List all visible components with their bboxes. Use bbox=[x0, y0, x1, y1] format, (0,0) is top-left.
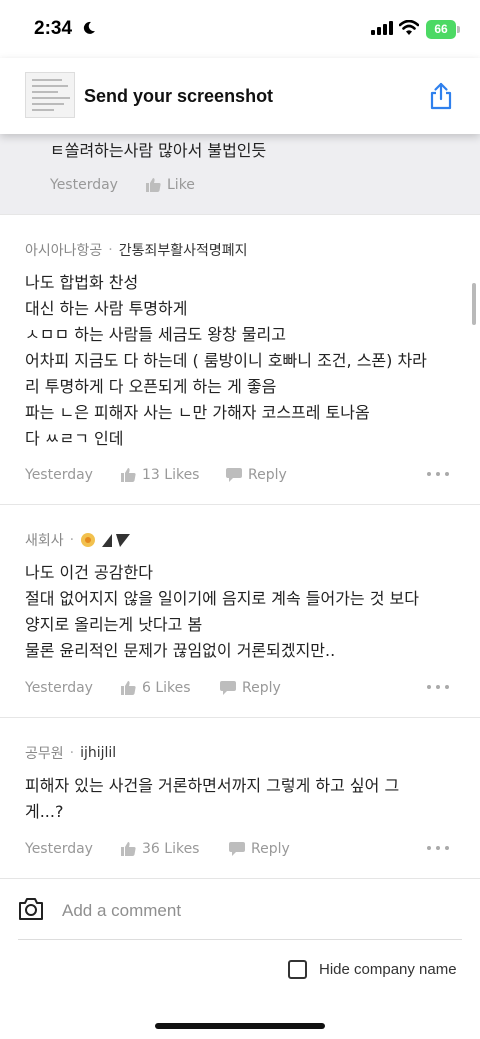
share-icon[interactable] bbox=[428, 82, 454, 110]
hide-company-checkbox[interactable] bbox=[288, 960, 307, 979]
comment-line: 리 투명하게 다 오픈되게 하는 게 좋음 bbox=[25, 377, 277, 396]
comment-time: Yesterday bbox=[25, 467, 93, 483]
comment-time-text: Yesterday bbox=[25, 680, 93, 696]
comment-time-text: Yesterday bbox=[25, 841, 93, 857]
speech-bubble-icon bbox=[229, 842, 245, 856]
reply-button[interactable]: Reply bbox=[220, 680, 281, 696]
banner-title: Send your screenshot bbox=[84, 86, 274, 106]
reply-label: Reply bbox=[242, 680, 281, 696]
comment-author: 아시아나항공 · 간통죄부활사적명폐지 bbox=[25, 240, 248, 260]
comment-line: 물론 윤리적인 문제가 끊임없이 거론되겠지만.. bbox=[25, 641, 336, 660]
author-nickname[interactable]: ijhijlil bbox=[80, 745, 116, 761]
separator-dot: · bbox=[69, 532, 75, 548]
screenshot-banner[interactable]: Send your screenshot bbox=[0, 58, 480, 134]
author-company: 아시아나항공 bbox=[25, 243, 103, 259]
status-bar: 2:34 66 bbox=[0, 0, 480, 58]
separator-dot: · bbox=[108, 242, 113, 258]
like-button[interactable]: Like bbox=[146, 177, 195, 193]
hide-company-label[interactable]: Hide company name bbox=[319, 961, 457, 978]
speech-bubble-icon bbox=[226, 468, 242, 482]
thumbs-up-icon bbox=[121, 468, 136, 482]
reply-button[interactable]: Reply bbox=[229, 841, 290, 857]
more-icon[interactable] bbox=[427, 846, 449, 852]
comment-line: 대신 하는 사람 투명하게 bbox=[25, 299, 188, 318]
more-icon[interactable] bbox=[427, 472, 449, 478]
like-button[interactable]: 13 Likes bbox=[121, 467, 199, 483]
likes-count: 13 Likes bbox=[142, 467, 200, 483]
comment-line: 나도 이건 공감한다 bbox=[25, 563, 153, 582]
comment-line: 피해자 있는 사건을 거론하면서까지 그렇게 하고 싶어 그 bbox=[25, 776, 400, 795]
comment-time: Yesterday bbox=[50, 177, 118, 193]
author-company: 새회사 bbox=[25, 533, 64, 549]
more-icon[interactable] bbox=[427, 685, 449, 691]
comment-time-text: Yesterday bbox=[25, 467, 93, 483]
separator-dot: · bbox=[69, 745, 75, 761]
like-button[interactable]: 6 Likes bbox=[121, 680, 191, 696]
scrollbar[interactable] bbox=[472, 283, 476, 325]
author-nickname[interactable]: 간통죄부활사적명폐지 bbox=[119, 240, 248, 260]
comment-line: 나도 합법화 찬성 bbox=[25, 273, 139, 292]
comment-line: 어차피 지금도 다 하는데 ( 룸방이니 호빠니 조건, 스폰) 차라 bbox=[25, 351, 427, 370]
comment-line: 파는 ㄴ은 피해자 사는 ㄴ만 가해자 코스프레 토나옴 bbox=[25, 403, 370, 422]
comment-line: ㅅㅁㅁ 하는 사람들 세금도 왕창 물리고 bbox=[25, 325, 286, 344]
battery-icon: 66 bbox=[426, 20, 456, 39]
thumbs-up-icon bbox=[121, 681, 136, 695]
comment-line: 게...? bbox=[25, 802, 64, 821]
wifi-icon bbox=[399, 20, 419, 35]
home-indicator bbox=[155, 1023, 325, 1029]
comment-input[interactable] bbox=[62, 898, 457, 924]
screenshot-thumbnail[interactable] bbox=[25, 72, 75, 118]
comment-line: 양지로 올리는게 낫다고 봄 bbox=[25, 615, 203, 634]
comment-line: 다 ㅆㄹㄱ 인데 bbox=[25, 429, 124, 448]
comment-time: Yesterday bbox=[25, 680, 93, 696]
divider bbox=[0, 214, 480, 215]
comment-author: 공무원 · ijhijlil bbox=[25, 743, 116, 763]
like-label: Like bbox=[167, 177, 195, 193]
thumbs-up-icon bbox=[146, 178, 161, 192]
comment-meta: Yesterday bbox=[50, 177, 118, 193]
reply-label: Reply bbox=[251, 841, 290, 857]
likes-count: 6 Likes bbox=[142, 680, 191, 696]
like-button[interactable]: 36 Likes bbox=[121, 841, 199, 857]
speech-bubble-icon bbox=[220, 681, 236, 695]
camera-icon[interactable] bbox=[18, 897, 44, 921]
comment-body: 나도 이건 공감한다 절대 없어지지 않을 일이기에 음지로 계속 들어가는 것… bbox=[25, 560, 460, 664]
author-company: 공무원 bbox=[25, 746, 64, 762]
avatar-badge-icon bbox=[81, 533, 131, 547]
reply-button[interactable]: Reply bbox=[226, 467, 287, 483]
thumbs-up-icon bbox=[121, 842, 136, 856]
likes-count: 36 Likes bbox=[142, 841, 200, 857]
comment-body: 나도 합법화 찬성 대신 하는 사람 투명하게 ㅅㅁㅁ 하는 사람들 세금도 왕… bbox=[25, 270, 460, 452]
moon-icon bbox=[83, 21, 95, 34]
divider bbox=[0, 717, 480, 718]
comment-time: Yesterday bbox=[25, 841, 93, 857]
signal-icon bbox=[371, 21, 393, 35]
battery-tip bbox=[457, 26, 460, 33]
reply-label: Reply bbox=[248, 467, 287, 483]
comment-text: ㅌ쏠려하는사람 많아서 불법인듯 bbox=[50, 141, 267, 160]
input-underline bbox=[18, 939, 462, 940]
divider bbox=[0, 504, 480, 505]
comment-author: 새회사 · bbox=[25, 530, 138, 550]
comment-line: 절대 없어지지 않을 일이기에 음지로 계속 들어가는 것 보다 bbox=[25, 589, 419, 608]
comment-body: 피해자 있는 사건을 거론하면서까지 그렇게 하고 싶어 그 게...? bbox=[25, 773, 460, 825]
status-time: 2:34 bbox=[34, 18, 73, 39]
